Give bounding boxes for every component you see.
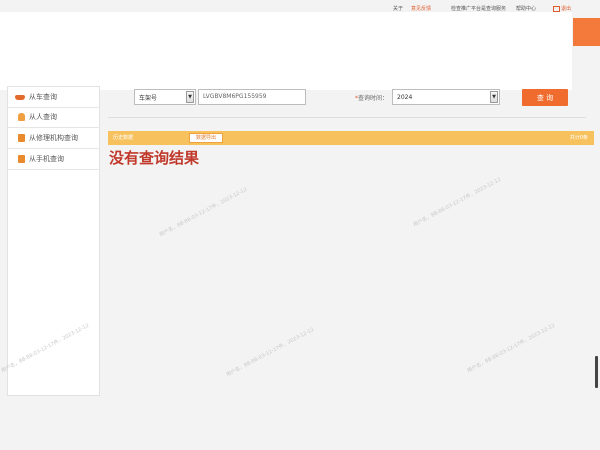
header-panel: [0, 12, 572, 90]
watermark: 用户名，8B-88-03-12-17件，2023-12-12: [466, 322, 557, 375]
search-type-value: 车架号: [139, 94, 158, 102]
sidebar-item-label: 从人查询: [29, 113, 57, 121]
document-icon: [18, 134, 25, 142]
divider: [108, 117, 586, 118]
result-count: 共计0条: [569, 135, 588, 141]
chevron-down-icon[interactable]: ▼: [186, 91, 194, 103]
header-orange-tab: [573, 18, 600, 46]
person-icon: [18, 113, 25, 121]
top-link-about[interactable]: 关于: [393, 5, 403, 12]
sidebar-item-label: 从手机查询: [29, 155, 64, 163]
sidebar-item-by-vehicle[interactable]: 从车查询: [8, 87, 100, 108]
result-header-bar: 历史数据 数据导出 共计0条: [108, 131, 594, 145]
sidebar-item-by-repair-shop[interactable]: 从修理机构查询: [8, 128, 100, 149]
query-button[interactable]: 查 询: [522, 89, 568, 106]
sidebar-item-label: 从车查询: [29, 93, 57, 101]
watermark: 用户名，8B-88-03-12-17件，2023-12-12: [158, 186, 249, 239]
sidebar: 从车查询 从人查询 从修理机构查询 从手机查询: [7, 86, 100, 396]
year-select[interactable]: 2024 ▼: [392, 89, 500, 105]
vin-input[interactable]: LVGBV8M6PG155959: [198, 89, 306, 105]
empty-result-message: 没有查询结果: [109, 149, 200, 167]
car-icon: [15, 94, 25, 100]
export-button[interactable]: 数据导出: [189, 133, 223, 143]
watermark: 用户名，8B-88-03-12-17件，2023-12-12: [412, 176, 503, 229]
top-link-logout[interactable]: 退出: [553, 5, 571, 12]
search-type-select[interactable]: 车架号 ▼: [134, 89, 196, 105]
query-time-label: *查询时间：: [355, 93, 388, 102]
message-icon: [553, 5, 560, 12]
document-icon: [18, 155, 25, 163]
sidebar-item-label: 从修理机构查询: [29, 134, 78, 142]
watermark: 用户名，8B-88-03-12-17件，2023-12-12: [225, 326, 316, 379]
top-link-help[interactable]: 帮助中心: [516, 5, 536, 12]
year-value: 2024: [397, 93, 413, 101]
query-time-text: 查询时间：: [358, 95, 389, 102]
top-link-platform[interactable]: 检查推广平台是查询服务: [451, 5, 506, 12]
result-title: 历史数据: [113, 135, 134, 141]
chevron-down-icon[interactable]: ▼: [490, 91, 498, 103]
scrollbar-thumb[interactable]: [595, 356, 598, 388]
sidebar-item-by-person[interactable]: 从人查询: [8, 107, 100, 128]
sidebar-item-by-phone[interactable]: 从手机查询: [8, 149, 100, 170]
top-link-feedback[interactable]: 意见反馈: [411, 5, 431, 12]
